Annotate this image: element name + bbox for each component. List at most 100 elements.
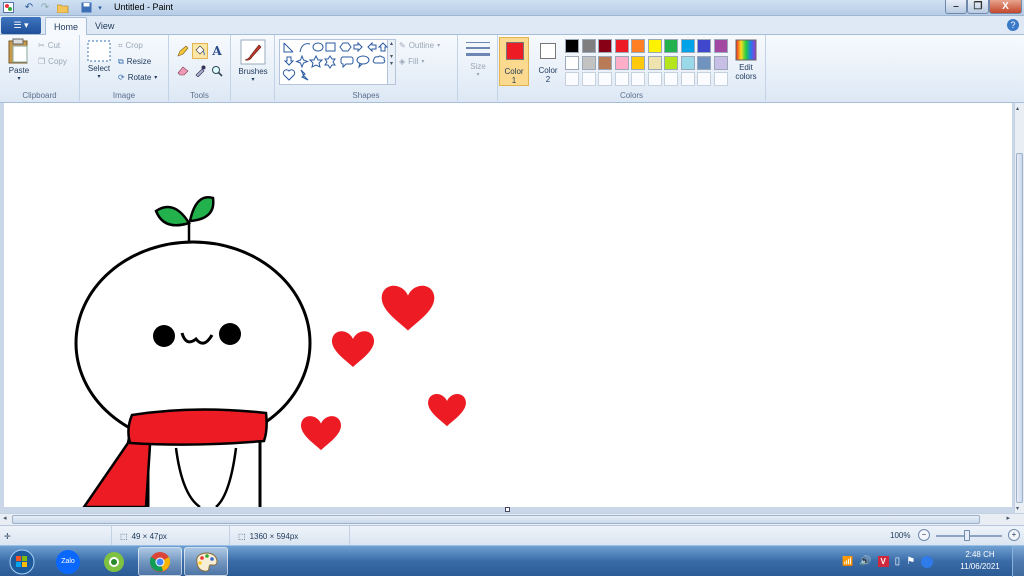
tab-view[interactable]: View bbox=[87, 17, 122, 35]
volume-icon[interactable]: 🔊 bbox=[859, 556, 871, 567]
taskbar-paint[interactable] bbox=[184, 547, 228, 576]
right-arrow-shape-icon[interactable] bbox=[353, 41, 363, 53]
heart-shape-icon[interactable] bbox=[282, 69, 296, 81]
custom-color-slot[interactable] bbox=[614, 72, 629, 86]
color-picker-icon[interactable] bbox=[192, 63, 208, 79]
rectangle-shape-icon[interactable] bbox=[325, 42, 336, 52]
maximize-button[interactable]: ❐ bbox=[967, 0, 989, 14]
close-button[interactable]: X bbox=[989, 0, 1022, 14]
horizontal-scrollbar[interactable]: ◂ ▸ bbox=[0, 513, 1024, 525]
palette-color-swatch[interactable] bbox=[664, 55, 678, 70]
custom-color-slot[interactable] bbox=[598, 72, 612, 86]
palette-color-swatch[interactable] bbox=[581, 39, 596, 53]
vertical-scroll-thumb[interactable] bbox=[1016, 153, 1023, 503]
brushes-button[interactable]: Brushes ▾ bbox=[235, 39, 271, 83]
rounded-callout-shape-icon[interactable] bbox=[340, 56, 354, 69]
drawing-canvas[interactable] bbox=[4, 103, 1012, 507]
palette-color-swatch[interactable] bbox=[565, 39, 579, 53]
network-icon[interactable]: 📶 bbox=[842, 556, 853, 567]
color2-button[interactable]: Color 2 bbox=[533, 37, 563, 86]
cloud-callout-shape-icon[interactable] bbox=[372, 55, 386, 64]
fill-button[interactable]: ◈ Fill ▾ bbox=[399, 55, 424, 68]
palette-color-swatch[interactable] bbox=[598, 55, 612, 70]
scroll-down-icon[interactable]: ▾ bbox=[1016, 505, 1019, 512]
flag-tray-icon[interactable]: ⚑ bbox=[906, 556, 915, 567]
horizontal-scroll-thumb[interactable] bbox=[12, 515, 980, 524]
scroll-up-icon[interactable]: ▴ bbox=[1016, 105, 1019, 112]
scroll-right-icon[interactable]: ▸ bbox=[1006, 514, 1010, 522]
select-dropdown-icon[interactable]: ▾ bbox=[84, 73, 114, 80]
eraser-icon[interactable] bbox=[175, 63, 191, 79]
rotate-button[interactable]: ⟳ Rotate ▾ bbox=[118, 71, 157, 84]
taskbar-chrome[interactable] bbox=[138, 547, 182, 576]
taskbar-coccoc[interactable] bbox=[92, 547, 136, 576]
paste-dropdown-icon[interactable]: ▾ bbox=[4, 75, 34, 82]
custom-color-slot[interactable] bbox=[664, 72, 678, 86]
palette-color-swatch[interactable] bbox=[664, 39, 678, 53]
crop-button[interactable]: ⌗ Crop bbox=[118, 39, 143, 52]
device-tray-icon[interactable]: ▯ bbox=[895, 556, 901, 567]
palette-color-swatch[interactable] bbox=[647, 55, 662, 70]
palette-color-swatch[interactable] bbox=[631, 55, 645, 70]
zoom-in-icon[interactable]: + bbox=[1008, 529, 1020, 541]
down-arrow-shape-icon[interactable] bbox=[283, 56, 295, 66]
four-point-star-shape-icon[interactable] bbox=[295, 54, 309, 69]
left-arrow-shape-icon[interactable] bbox=[367, 41, 377, 53]
palette-color-swatch[interactable] bbox=[647, 39, 662, 53]
clock[interactable]: 2:48 CH 11/06/2021 bbox=[952, 549, 1008, 573]
paint-app-icon[interactable] bbox=[2, 1, 14, 14]
resize-button[interactable]: ⧉ Resize bbox=[118, 55, 151, 68]
scroll-left-icon[interactable]: ◂ bbox=[3, 514, 7, 522]
custom-color-slot[interactable] bbox=[647, 72, 662, 86]
fill-bucket-icon[interactable] bbox=[192, 43, 208, 59]
palette-color-swatch[interactable] bbox=[713, 39, 728, 53]
custom-color-slot[interactable] bbox=[581, 72, 596, 86]
zoom-slider-thumb[interactable] bbox=[964, 530, 970, 541]
palette-color-swatch[interactable] bbox=[614, 55, 629, 70]
start-button[interactable] bbox=[3, 547, 41, 576]
palette-color-swatch[interactable] bbox=[697, 55, 711, 70]
taskbar-zalo[interactable]: Zalo bbox=[46, 547, 90, 576]
palette-color-swatch[interactable] bbox=[713, 55, 728, 70]
six-point-star-shape-icon[interactable] bbox=[324, 55, 336, 69]
magnifier-icon[interactable] bbox=[209, 63, 225, 79]
palette-color-swatch[interactable] bbox=[680, 39, 695, 53]
up-arrow-shape-icon[interactable] bbox=[377, 42, 389, 52]
open-icon[interactable] bbox=[56, 1, 70, 14]
shapes-gallery-scrollbar[interactable]: ▴ ▾ ▾ bbox=[388, 39, 396, 85]
customize-toolbar-icon[interactable]: ▾ bbox=[95, 1, 105, 14]
cut-button[interactable]: ✂ Cut bbox=[38, 39, 60, 52]
custom-color-slot[interactable] bbox=[713, 72, 728, 86]
paint-menu-button[interactable]: ☰ ▾ bbox=[1, 17, 41, 34]
palette-color-swatch[interactable] bbox=[565, 55, 579, 70]
size-button[interactable]: Size ▾ bbox=[463, 40, 493, 78]
tab-home[interactable]: Home bbox=[45, 17, 88, 35]
text-tool-icon[interactable]: A bbox=[209, 43, 225, 59]
line-shape-icon[interactable] bbox=[283, 42, 294, 53]
lightning-shape-icon[interactable] bbox=[300, 69, 309, 81]
palette-color-swatch[interactable] bbox=[598, 39, 612, 53]
minimize-button[interactable]: – bbox=[945, 0, 967, 14]
palette-color-swatch[interactable] bbox=[697, 39, 711, 53]
paste-button[interactable]: Paste ▾ bbox=[4, 38, 34, 82]
save-icon[interactable] bbox=[80, 1, 92, 14]
custom-color-slot[interactable] bbox=[565, 72, 579, 86]
select-button[interactable]: Select ▾ bbox=[84, 40, 114, 80]
color1-button[interactable]: Color 1 bbox=[499, 37, 529, 86]
canvas-resize-handle[interactable] bbox=[505, 507, 510, 512]
show-desktop-button[interactable] bbox=[1012, 546, 1024, 577]
edit-colors-button[interactable]: Edit colors bbox=[731, 39, 761, 81]
oval-shape-icon[interactable] bbox=[312, 42, 324, 52]
undo-icon[interactable]: ↶ bbox=[22, 1, 36, 14]
palette-color-swatch[interactable] bbox=[680, 55, 695, 70]
copy-button[interactable]: ❐ Copy bbox=[38, 55, 67, 68]
oval-callout-shape-icon[interactable] bbox=[356, 55, 370, 69]
vivaldi-tray-icon[interactable]: V bbox=[877, 556, 889, 567]
custom-color-slot[interactable] bbox=[631, 72, 645, 86]
custom-color-slot[interactable] bbox=[697, 72, 711, 86]
outline-button[interactable]: ✎ Outline ▾ bbox=[399, 39, 440, 52]
palette-color-swatch[interactable] bbox=[631, 39, 645, 53]
zalo-tray-icon[interactable] bbox=[921, 555, 934, 568]
five-point-star-shape-icon[interactable] bbox=[308, 54, 324, 68]
curve-shape-icon[interactable] bbox=[299, 43, 311, 53]
